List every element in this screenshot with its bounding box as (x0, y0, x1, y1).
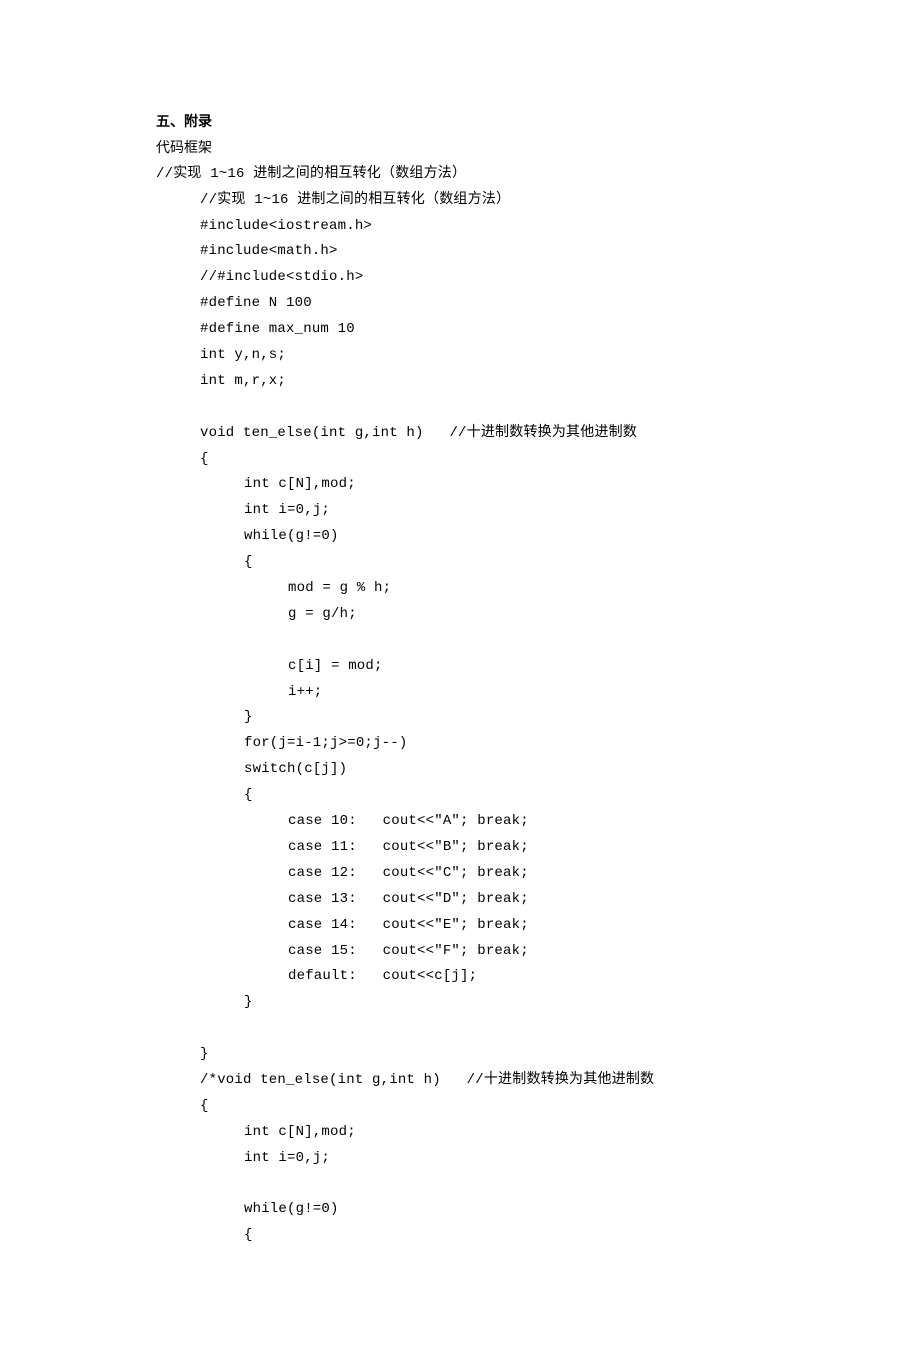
code-line: { (244, 1223, 780, 1249)
section-heading: 五、附录 (156, 110, 780, 136)
code-line: case 10: cout<<"A"; break; (288, 809, 780, 835)
code-line: while(g!=0) (244, 1197, 780, 1223)
code-line: } (200, 1042, 780, 1068)
code-line: //实现 1~16 进制之间的相互转化（数组方法） (200, 188, 780, 214)
blank-line (156, 1172, 780, 1198)
document-page: 五、附录 代码框架 //实现 1~16 进制之间的相互转化（数组方法） //实现… (0, 0, 920, 1349)
code-line: { (200, 447, 780, 473)
code-line: #include<iostream.h> (200, 214, 780, 240)
code-line: int c[N],mod; (244, 1120, 780, 1146)
top-comment: //实现 1~16 进制之间的相互转化（数组方法） (156, 162, 780, 188)
code-line: int c[N],mod; (244, 472, 780, 498)
code-line: int m,r,x; (200, 369, 780, 395)
code-line: i++; (288, 680, 780, 706)
code-line: { (244, 550, 780, 576)
code-line: case 15: cout<<"F"; break; (288, 939, 780, 965)
code-line: void ten_else(int g,int h) //十进制数转换为其他进制… (200, 421, 780, 447)
code-line: //#include<stdio.h> (200, 265, 780, 291)
code-line: #define max_num 10 (200, 317, 780, 343)
code-line: { (244, 783, 780, 809)
code-line: case 12: cout<<"C"; break; (288, 861, 780, 887)
code-line: } (244, 990, 780, 1016)
blank-line (156, 628, 780, 654)
code-line: { (200, 1094, 780, 1120)
code-line: case 14: cout<<"E"; break; (288, 913, 780, 939)
code-line: switch(c[j]) (244, 757, 780, 783)
code-line: case 13: cout<<"D"; break; (288, 887, 780, 913)
blank-line (156, 1016, 780, 1042)
code-line: for(j=i-1;j>=0;j--) (244, 731, 780, 757)
code-line: mod = g % h; (288, 576, 780, 602)
code-line: g = g/h; (288, 602, 780, 628)
code-line: default: cout<<c[j]; (288, 964, 780, 990)
code-line: int i=0,j; (244, 1146, 780, 1172)
code-line: int i=0,j; (244, 498, 780, 524)
code-line: /*void ten_else(int g,int h) //十进制数转换为其他… (200, 1068, 780, 1094)
code-line: while(g!=0) (244, 524, 780, 550)
code-line: } (244, 705, 780, 731)
code-line: #include<math.h> (200, 239, 780, 265)
blank-line (156, 395, 780, 421)
code-line: #define N 100 (200, 291, 780, 317)
code-line: c[i] = mod; (288, 654, 780, 680)
subheading: 代码框架 (156, 136, 780, 162)
code-line: int y,n,s; (200, 343, 780, 369)
code-line: case 11: cout<<"B"; break; (288, 835, 780, 861)
